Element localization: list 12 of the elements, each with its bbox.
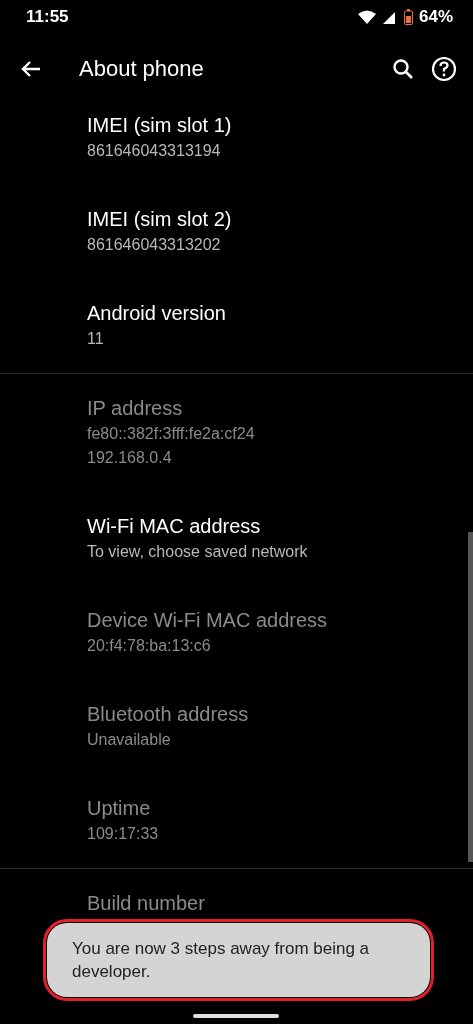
status-time: 11:55 [26,7,69,27]
battery-percent: 64% [418,7,453,27]
settings-item[interactable]: IMEI (sim slot 2) 861646043313202 [0,185,467,279]
help-icon [431,56,457,82]
search-icon [391,57,415,81]
battery-icon [403,9,413,25]
settings-item[interactable]: Wi-Fi MAC address To view, choose saved network [0,492,467,586]
settings-item[interactable]: Android version 11 [0,279,467,373]
settings-item[interactable]: IMEI (sim slot 1) 861646043313194 [0,91,467,185]
home-handle[interactable] [193,1014,279,1018]
screen-title: About phone [79,56,205,82]
wifi-icon [357,10,376,24]
